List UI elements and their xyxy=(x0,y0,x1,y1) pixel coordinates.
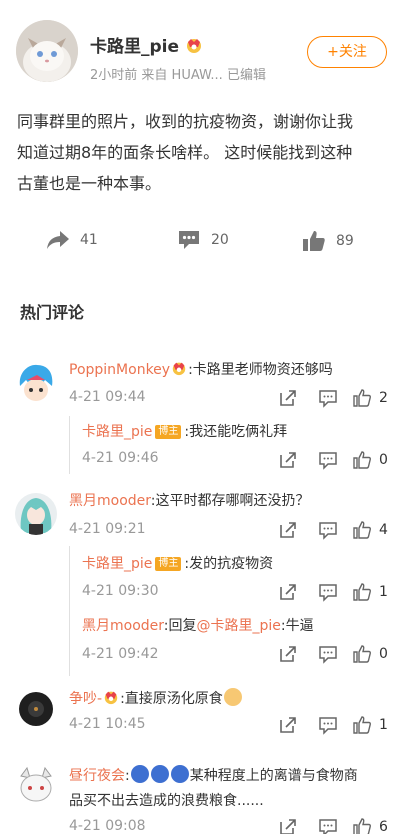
comment-actions: 2 xyxy=(0,388,408,410)
comment-action[interactable]: 20 xyxy=(177,229,229,251)
comment-text-line: 昼行夜会: 某种程度上的离谱与食物商 xyxy=(69,765,358,786)
comment-text: : xyxy=(125,768,130,784)
post-edited[interactable]: 已编辑 xyxy=(227,68,266,83)
reply-icon[interactable] xyxy=(318,715,338,735)
author-avatar[interactable] xyxy=(16,20,78,82)
comment-text: :直接原汤化原食 xyxy=(120,691,223,707)
repost-icon[interactable] xyxy=(278,644,298,664)
reply-icon[interactable] xyxy=(318,388,338,408)
repost-icon[interactable] xyxy=(278,388,298,408)
reply-text: :我还能吃俩礼拜 xyxy=(184,424,288,440)
comment-like-count: 4 xyxy=(379,522,388,538)
reply-prefix: :回复 xyxy=(163,618,197,634)
repost-icon[interactable] xyxy=(278,582,298,602)
reply-icon[interactable] xyxy=(318,520,338,540)
comment-actions: 6 xyxy=(0,817,408,834)
vip-crown-icon xyxy=(185,36,203,54)
comment-actions: 4 xyxy=(0,520,408,542)
comment-like-count: 6 xyxy=(379,819,388,834)
reply-text-line: 卡路里_pie 博主:发的抗疫物资 xyxy=(82,554,273,574)
follow-button[interactable]: +关注 xyxy=(307,36,387,68)
like-icon[interactable] xyxy=(352,817,372,834)
commenter-name[interactable]: PoppinMonkey xyxy=(69,362,170,378)
repost-icon[interactable] xyxy=(278,817,298,834)
comment-text: :这平时都存哪啊还没扔？ xyxy=(150,493,310,509)
author-name-row[interactable]: 卡路里_pie xyxy=(90,32,203,57)
post-text: 同事群里的照片，收到的抗疫物资，谢谢你让我 知道过期8年的面条长啥样。 这时候能… xyxy=(17,106,391,199)
comment-text-line: 品买不出去造成的浪费粮食...... xyxy=(69,793,264,809)
comment-text-line: PoppinMonkey :卡路里老师物资还够吗 xyxy=(69,360,333,380)
comment-icon xyxy=(179,231,199,249)
reply-icon[interactable] xyxy=(318,817,338,834)
share-action[interactable]: 41 xyxy=(46,229,98,251)
comment-text: :卡路里老师物资还够吗 xyxy=(188,362,333,378)
thumbs-up-icon xyxy=(303,231,325,251)
like-icon[interactable] xyxy=(352,520,372,540)
comment-like-count: 1 xyxy=(379,717,388,733)
reply-like-count: 0 xyxy=(379,452,388,468)
repost-icon[interactable] xyxy=(278,715,298,735)
doraemon-emoji-icon xyxy=(130,765,149,783)
replier-name[interactable]: 黑月mooder xyxy=(82,618,164,634)
repost-icon[interactable] xyxy=(278,520,298,540)
post-header: 卡路里_pie 2小时前 来自 HUAW... 已编辑 +关注 xyxy=(0,0,408,100)
reply-text-line: 卡路里_pie 博主:我还能吃俩礼拜 xyxy=(82,422,287,442)
post-time: 2小时前 xyxy=(90,68,138,83)
replier-name[interactable]: 卡路里_pie xyxy=(82,424,152,440)
post-text-line: 同事群里的照片，收到的抗疫物资，谢谢你让我 xyxy=(17,112,354,131)
commenter-name[interactable]: 争吵- xyxy=(69,691,102,707)
reply-actions: 0 xyxy=(0,644,408,666)
comment-count: 20 xyxy=(211,232,229,248)
author-tag: 博主 xyxy=(155,425,182,439)
like-action[interactable]: 89 xyxy=(302,229,354,253)
reply-text: :发的抗疫物资 xyxy=(184,556,274,572)
replier-name[interactable]: 卡路里_pie xyxy=(82,556,152,572)
reply-text-line: 黑月mooder:回复@卡路里_pie:牛逼 xyxy=(82,616,314,636)
commenter-name[interactable]: 昼行夜会 xyxy=(69,768,125,784)
share-count: 41 xyxy=(80,232,98,248)
commenter-name[interactable]: 黑月mooder xyxy=(69,493,151,509)
like-icon[interactable] xyxy=(352,388,372,408)
like-icon[interactable] xyxy=(352,715,372,735)
post-text-line: 古董也是一种本事。 xyxy=(17,174,162,193)
commenter-avatar[interactable] xyxy=(15,764,57,806)
share-icon xyxy=(47,231,69,249)
reply-like-count: 1 xyxy=(379,584,388,600)
reply-icon[interactable] xyxy=(318,644,338,664)
comment-text-line: 争吵- :直接原汤化原食 xyxy=(69,688,243,709)
comment-text-continued: 某种程度上的离谱与食物商 xyxy=(189,768,358,784)
post-actions: 41 20 89 xyxy=(0,225,408,261)
post-meta: 2小时前 来自 HUAW... 已编辑 xyxy=(90,64,266,83)
reply-actions: 1 xyxy=(0,582,408,604)
author-name[interactable]: 卡路里_pie xyxy=(90,32,179,57)
doraemon-emoji-icon xyxy=(170,765,189,783)
hot-comments-title: 热门评论 xyxy=(20,303,85,322)
like-icon[interactable] xyxy=(352,582,372,602)
reply-icon[interactable] xyxy=(318,582,338,602)
vip-crown-icon xyxy=(171,360,187,376)
like-icon[interactable] xyxy=(352,644,372,664)
reply-like-count: 0 xyxy=(379,646,388,662)
like-icon[interactable] xyxy=(352,450,372,470)
reply-icon[interactable] xyxy=(318,450,338,470)
mention-link[interactable]: @卡路里_pie xyxy=(197,618,281,634)
repost-icon[interactable] xyxy=(278,450,298,470)
comment-like-count: 2 xyxy=(379,390,388,406)
post-text-line: 知道过期8年的面条长啥样。 这时候能找到这种 xyxy=(17,143,353,162)
sweat-face-emoji-icon xyxy=(223,688,242,706)
post-source: 来自 HUAW... xyxy=(141,68,223,83)
doraemon-emoji-icon xyxy=(150,765,169,783)
reply-text: :牛逼 xyxy=(280,618,314,634)
author-tag: 博主 xyxy=(155,557,182,571)
like-count: 89 xyxy=(336,233,354,249)
vip-crown-icon xyxy=(103,689,119,705)
reply-actions: 0 xyxy=(0,450,408,472)
comment-text-line: 黑月mooder:这平时都存哪啊还没扔？ xyxy=(69,491,310,511)
comment-actions: 1 xyxy=(0,715,408,737)
